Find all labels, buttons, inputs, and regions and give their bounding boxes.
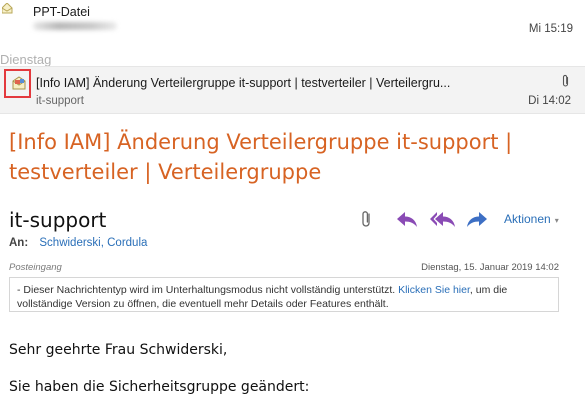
envelope-icon bbox=[2, 3, 13, 14]
mail-time: Mi 15:19 bbox=[528, 23, 573, 35]
aktionen-menu-button[interactable]: Aktionen bbox=[504, 212, 551, 226]
body-text: Sie haben die Sicherheitsgruppe geändert… bbox=[9, 379, 310, 395]
message-action-toolbar: Aktionen ▾ bbox=[360, 209, 559, 229]
to-label: An: bbox=[9, 237, 29, 249]
message-title: [Info IAM] Änderung Verteilergruppe it-s… bbox=[9, 130, 513, 184]
paperclip-icon[interactable] bbox=[360, 210, 374, 228]
mail-list-item[interactable]: PPT-Datei Mi 15:19 bbox=[0, 0, 585, 46]
mail-list: PPT-Datei Mi 15:19 Dienstag [Info IAM] Ä… bbox=[0, 0, 585, 118]
selected-mail-list-item[interactable]: [Info IAM] Änderung Verteilergruppe it-s… bbox=[0, 66, 585, 114]
mail-subject: PPT-Datei bbox=[33, 5, 90, 19]
info-bar: - Dieser Nachrichtentyp wird im Unterhal… bbox=[9, 277, 559, 312]
group-header-dienstag: Dienstag bbox=[0, 52, 52, 67]
blurred-sender bbox=[33, 22, 117, 30]
folder-label: Posteingang bbox=[9, 262, 62, 273]
recipient-name[interactable]: Schwiderski, Cordula bbox=[39, 237, 147, 249]
mail-subject: [Info IAM] Änderung Verteilergruppe it-s… bbox=[36, 76, 451, 90]
forward-icon[interactable] bbox=[466, 210, 488, 228]
message-meta: Posteingang Dienstag, 15. Januar 2019 14… bbox=[9, 262, 559, 276]
sender-name[interactable]: it-support bbox=[9, 208, 106, 232]
chevron-down-icon[interactable]: ▾ bbox=[555, 216, 559, 225]
body-greeting: Sehr geehrte Frau Schwiderski, bbox=[9, 342, 228, 358]
mail-attachment-icon bbox=[12, 76, 26, 90]
info-bar-text: - Dieser Nachrichtentyp wird im Unterhal… bbox=[17, 284, 396, 296]
paperclip-icon bbox=[562, 74, 569, 87]
mail-sender: it-support bbox=[36, 95, 84, 107]
reply-all-icon[interactable] bbox=[430, 210, 456, 228]
mail-time: Di 14:02 bbox=[528, 95, 571, 107]
reply-icon[interactable] bbox=[396, 210, 418, 228]
click-here-link[interactable]: Klicken Sie hier bbox=[398, 284, 470, 296]
recipient-line: An: Schwiderski, Cordula bbox=[9, 237, 147, 249]
message-date: Dienstag, 15. Januar 2019 14:02 bbox=[421, 262, 559, 273]
